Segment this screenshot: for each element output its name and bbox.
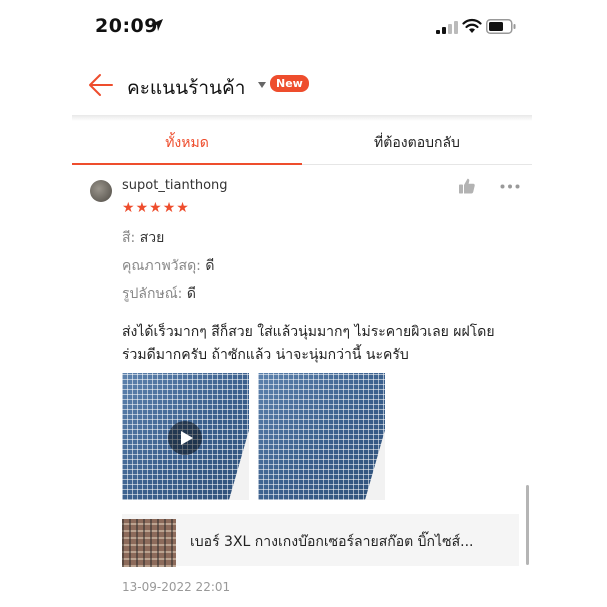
header-divider [72,115,532,121]
attribute-color: สี: สวย [122,227,164,249]
review-tabs: ทั้งหมด ที่ต้องตอบกลับ [72,122,532,165]
product-thumbnail [122,519,176,567]
new-badge: New [270,75,309,92]
back-arrow-icon[interactable] [88,72,114,98]
star-rating: ★ ★ ★ ★ ★ [122,200,189,216]
reviewer-username[interactable]: supot_tianthong [122,178,228,193]
more-options-icon[interactable] [500,184,520,189]
caret-down-icon[interactable] [258,82,266,88]
thumbs-up-icon[interactable] [458,177,476,195]
avatar[interactable] [90,180,112,202]
tab-to-reply[interactable]: ที่ต้องตอบกลับ [302,122,532,164]
product-title: เบอร์ 3XL กางเกงบ๊อกเซอร์ลายสก๊อต บิ๊กไซ… [190,534,474,550]
review-video-thumbnail[interactable] [122,373,249,500]
product-card[interactable]: เบอร์ 3XL กางเกงบ๊อกเซอร์ลายสก๊อต บิ๊กไซ… [122,514,519,567]
cellular-signal-icon [436,21,458,34]
play-icon[interactable] [168,421,202,455]
star-icon: ★ [176,200,189,216]
scrollbar[interactable] [526,485,529,565]
review-comment: ส่งได้เร็วมากๆ สีก็สวย ใส่แล้วนุ่มมากๆ ไ… [122,321,522,367]
review-comment-line: ส่งได้เร็วมากๆ สีก็สวย ใส่แล้วนุ่มมากๆ ไ… [122,324,495,340]
review-date: 13-09-2022 22:01 [122,580,231,594]
attribute-material-quality: คุณภาพวัสดุ: ดี [122,255,214,277]
attribute-value: สวย [139,230,165,246]
location-arrow-icon [151,19,163,31]
battery-icon [486,19,516,34]
media-background-corner [365,430,385,500]
attribute-appearance: รูปลักษณ์: ดี [122,283,196,305]
tab-all[interactable]: ทั้งหมด [72,122,302,165]
status-time: 20:09 [95,15,158,37]
star-icon: ★ [162,200,176,216]
attribute-value: ดี [186,286,196,302]
attribute-key: สี: [122,230,136,246]
attribute-key: รูปลักษณ์: [122,286,183,302]
review-comment-line: ร่วมดีมากครับ ถ้าซักแล้ว น่าจะนุ่มกว่านี… [122,347,409,363]
star-icon: ★ [135,200,149,216]
media-background-corner [229,430,249,500]
review-item: supot_tianthong ★ ★ ★ ★ ★ สี: สวย คุณภาพ… [72,165,532,607]
status-bar: 20:09 [0,0,607,56]
star-icon: ★ [122,200,135,216]
tab-all-label: ทั้งหมด [165,135,209,151]
page-title[interactable]: คะแนนร้านค้า [127,73,245,103]
review-image-thumbnail[interactable] [258,373,385,500]
star-icon: ★ [149,200,162,216]
tab-to-reply-label: ที่ต้องตอบกลับ [374,135,460,151]
wifi-icon [462,18,482,33]
app-header: คะแนนร้านค้า New [72,58,532,116]
attribute-key: คุณภาพวัสดุ: [122,258,201,274]
attribute-value: ดี [205,258,215,274]
